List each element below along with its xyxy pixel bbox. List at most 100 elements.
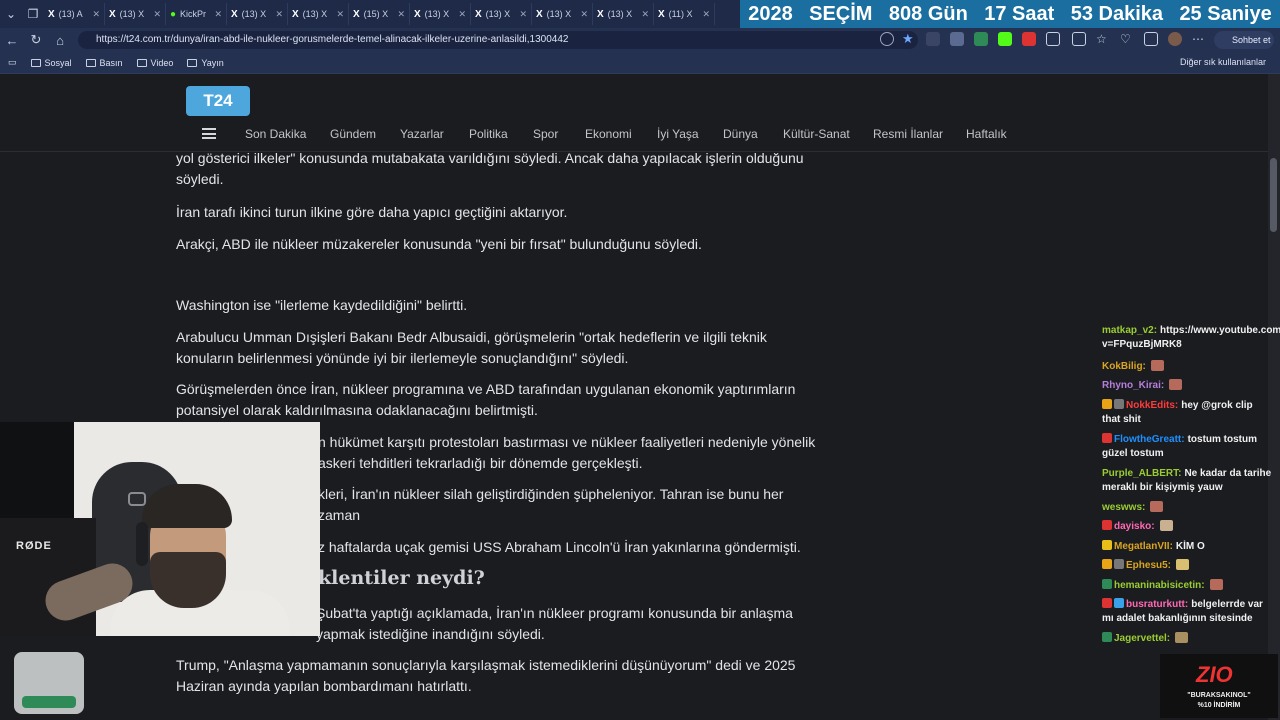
emote-icon (1169, 379, 1183, 390)
refresh-icon[interactable]: ↻ (24, 28, 48, 52)
screenshot-icon[interactable] (1144, 32, 1158, 46)
browser-tab[interactable]: X (15) X ✕ (349, 3, 410, 25)
article-paragraph: İran tarafı ikinci turun ilkine göre dah… (176, 204, 568, 220)
browser-tab[interactable]: X (11) X ✕ (654, 3, 715, 25)
extension-icon[interactable] (1022, 32, 1036, 46)
close-icon[interactable]: ✕ (92, 9, 100, 20)
chat-username: Jagervettel: (1114, 633, 1171, 644)
nav-gundem[interactable]: Gündem (330, 127, 376, 141)
nav-spor[interactable]: Spor (533, 127, 558, 141)
copilot-chat-button[interactable]: Sohbet et (1214, 31, 1274, 49)
bookmark-folder-sosyal[interactable]: Sosyal (30, 58, 72, 68)
chat-message: Jagervettel: (1102, 632, 1272, 646)
favorites-icon[interactable]: ☆ (1096, 32, 1110, 46)
close-icon[interactable]: ✕ (275, 9, 283, 20)
scrollbar-thumb[interactable] (1270, 158, 1277, 232)
home-icon[interactable]: ⌂ (48, 28, 72, 52)
workspaces-icon[interactable]: ❐ (22, 3, 44, 25)
reading-list-icon[interactable]: ▭ (8, 57, 17, 68)
nav-politika[interactable]: Politika (469, 127, 508, 141)
x-icon: X (292, 8, 299, 20)
chat-message: FlowtheGreatt: tostum tostum güzel tostum (1102, 433, 1272, 461)
site-header: T24 Son Dakika Gündem Yazarlar Politika … (0, 74, 1268, 152)
chat-username: NokkEdits: (1126, 400, 1179, 411)
chat-message: Rhyno_Kirai: (1102, 379, 1272, 393)
nav-dunya[interactable]: Dünya (723, 127, 758, 141)
extension-icon[interactable] (998, 32, 1012, 46)
badge-icon (1102, 540, 1112, 550)
countdown-seconds: 25 Saniye (1179, 2, 1272, 25)
nav-iyi-yasa[interactable]: İyi Yaşa (657, 127, 699, 141)
more-icon[interactable]: ⋯ (1192, 32, 1206, 46)
bookmark-folder-basin[interactable]: Basın (85, 58, 123, 68)
close-icon[interactable]: ✕ (641, 9, 649, 20)
browser-tab[interactable]: ● KickPr ✕ (166, 3, 227, 25)
other-favorites[interactable]: Diğer sık kullanılanlar (1180, 57, 1266, 67)
x-icon: X (109, 8, 116, 20)
hamburger-menu-icon[interactable] (202, 128, 216, 139)
browser-tab[interactable]: X (13) X ✕ (227, 3, 288, 25)
chat-username: Purple_ALBERT: (1102, 468, 1182, 479)
browser-tab[interactable]: X (13) X ✕ (532, 3, 593, 25)
nav-yazarlar[interactable]: Yazarlar (400, 127, 444, 141)
close-icon[interactable]: ✕ (458, 9, 466, 20)
mic-brand-label: RØDE (16, 540, 52, 552)
browser-tab[interactable]: X (13) A ✕ (44, 3, 105, 25)
nav-son-dakika[interactable]: Son Dakika (245, 127, 306, 141)
split-screen-icon[interactable] (1072, 32, 1086, 46)
close-icon[interactable]: ✕ (702, 9, 710, 20)
bookmark-folder-yayin[interactable]: Yayın (187, 58, 224, 68)
extensions-icon[interactable] (1046, 32, 1060, 46)
badge-icon (1102, 399, 1112, 409)
article-paragraph: Washington ise "ilerleme kaydedildiğini"… (176, 297, 468, 313)
emote-icon (1209, 579, 1223, 590)
close-icon[interactable]: ✕ (580, 9, 588, 20)
emote-icon (1150, 501, 1164, 512)
nav-kultur-sanat[interactable]: Kültür-Sanat (783, 127, 850, 141)
browser-tab[interactable]: X (13) X ✕ (410, 3, 471, 25)
translate-icon[interactable] (880, 32, 894, 46)
article-paragraph: yol gösterici ilkeler" konusunda mutabak… (176, 150, 804, 187)
url-field[interactable]: https://t24.com.tr/dunya/iran-abd-ile-nu… (78, 31, 918, 49)
emote-icon (1175, 632, 1189, 643)
chat-message: weswws: (1102, 501, 1272, 515)
extension-icon[interactable] (926, 32, 940, 46)
chat-text: KİM O (1175, 541, 1205, 552)
extension-icon[interactable] (950, 32, 964, 46)
close-icon[interactable]: ✕ (214, 9, 222, 20)
avatar[interactable] (1168, 32, 1182, 46)
folder-icon (85, 58, 96, 67)
collections-icon[interactable]: ♡ (1120, 32, 1134, 46)
nav-haftalik[interactable]: Haftalık (966, 127, 1007, 141)
badge-icon (1114, 559, 1124, 569)
x-icon: X (536, 8, 543, 20)
x-icon: X (231, 8, 238, 20)
star-icon[interactable]: ★ (902, 32, 916, 46)
countdown-minutes: 53 Dakika (1070, 2, 1164, 25)
x-icon: X (48, 8, 55, 20)
chat-message: NokkEdits: hey @grok clip that shit (1102, 399, 1272, 427)
chat-message: Purple_ALBERT: Ne kadar da tarihe meraklı… (1102, 467, 1272, 495)
browser-tab[interactable]: X (13) X ✕ (288, 3, 349, 25)
chat-username: hemaninabisicetin: (1114, 580, 1205, 591)
article-paragraph: Arabulucu Umman Dışişleri Bakanı Bedr Al… (176, 329, 767, 366)
close-icon[interactable]: ✕ (519, 9, 527, 20)
badge-icon (1114, 399, 1124, 409)
browser-tab[interactable]: X (13) X ✕ (471, 3, 532, 25)
browser-tab[interactable]: X (13) X ✕ (105, 3, 166, 25)
bookmark-folder-video[interactable]: Video (136, 58, 173, 68)
close-icon[interactable]: ✕ (153, 9, 161, 20)
close-icon[interactable]: ✕ (336, 9, 344, 20)
extension-icon[interactable] (974, 32, 988, 46)
chat-username: Rhyno_Kirai: (1102, 380, 1165, 391)
emote-icon (1150, 360, 1164, 371)
back-icon[interactable]: ← (0, 28, 24, 52)
badge-icon (1102, 559, 1112, 569)
close-icon[interactable]: ✕ (397, 9, 405, 20)
browser-tab[interactable]: X (13) X ✕ (593, 3, 654, 25)
chat-message: hemaninabisicetin: (1102, 579, 1272, 593)
tab-list-dropdown-icon[interactable]: ⌄ (0, 3, 22, 25)
site-logo[interactable]: T24 (186, 86, 250, 116)
nav-ekonomi[interactable]: Ekonomi (585, 127, 632, 141)
nav-resmi-ilanlar[interactable]: Resmi İlanlar (873, 127, 943, 141)
